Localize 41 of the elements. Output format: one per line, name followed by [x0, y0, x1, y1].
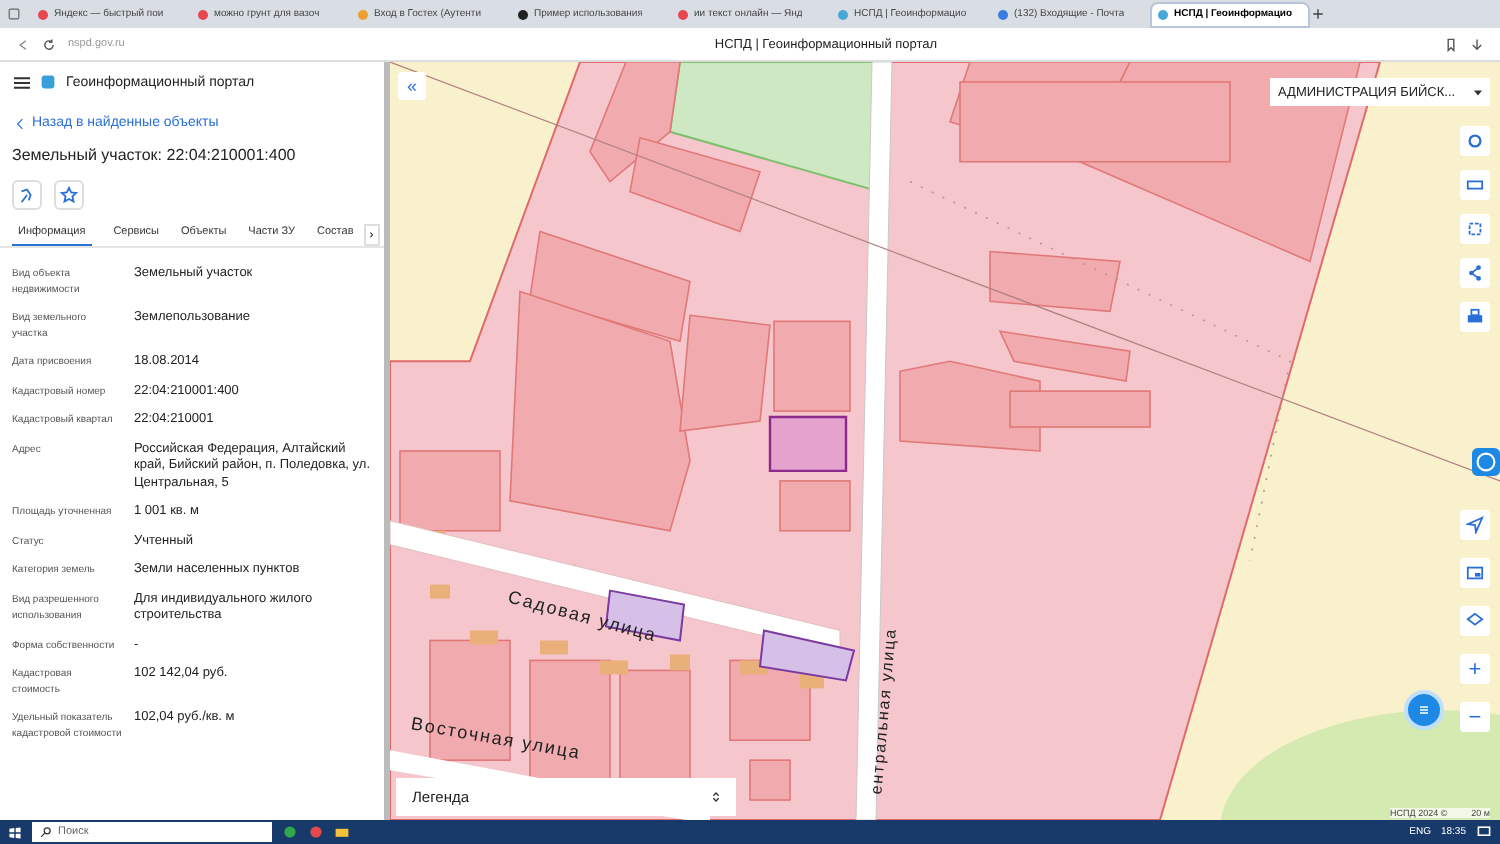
minimap-button[interactable] [1460, 558, 1490, 588]
logo-icon [40, 74, 56, 90]
select-area-button[interactable] [1460, 214, 1490, 244]
street-label: ентральная улица [867, 626, 900, 796]
star-icon [60, 186, 78, 204]
pin-icon [18, 186, 36, 204]
reload-icon[interactable] [42, 37, 56, 51]
object-title: Земельный участок: 22:04:210001:400 [10, 144, 298, 164]
notification-icon[interactable] [1476, 824, 1492, 840]
settings-button[interactable] [1460, 126, 1490, 156]
locate-button[interactable] [1460, 510, 1490, 540]
ruler-button[interactable] [1460, 170, 1490, 200]
caret-icon [1474, 89, 1482, 95]
tab-list-icon[interactable] [8, 8, 20, 20]
share-button[interactable] [1460, 258, 1490, 288]
layers-icon [1466, 612, 1484, 630]
minimap-icon [1466, 564, 1484, 582]
bookmark-icon[interactable] [1444, 37, 1458, 51]
street-label: Восточная улица [409, 713, 583, 763]
dashed-square-icon [1466, 220, 1484, 238]
up-down-chevron-icon [712, 790, 720, 804]
windows-start-icon[interactable] [8, 825, 22, 839]
navigation-arrow-icon [1466, 516, 1484, 534]
menu-lines-icon [1414, 700, 1434, 720]
zoom-out-button[interactable]: − [1460, 702, 1490, 732]
badge-icon[interactable] [1472, 442, 1500, 482]
favorite-button[interactable] [54, 180, 84, 210]
collapse-button[interactable]: « [398, 72, 426, 100]
download-icon[interactable] [1470, 37, 1484, 51]
folder-icon[interactable] [334, 824, 350, 840]
layers-button[interactable] [1460, 606, 1490, 636]
plus-icon[interactable] [1312, 8, 1324, 20]
menu-icon[interactable] [14, 75, 30, 89]
back-icon[interactable] [16, 37, 30, 51]
zoom-in-button[interactable]: + [1460, 654, 1490, 684]
printer-icon [1466, 308, 1484, 326]
print-button[interactable] [1460, 302, 1490, 332]
share-icon [1466, 264, 1484, 282]
pin-button[interactable] [12, 180, 42, 210]
search-icon [40, 826, 52, 838]
chevron-left-icon[interactable] [16, 117, 24, 129]
